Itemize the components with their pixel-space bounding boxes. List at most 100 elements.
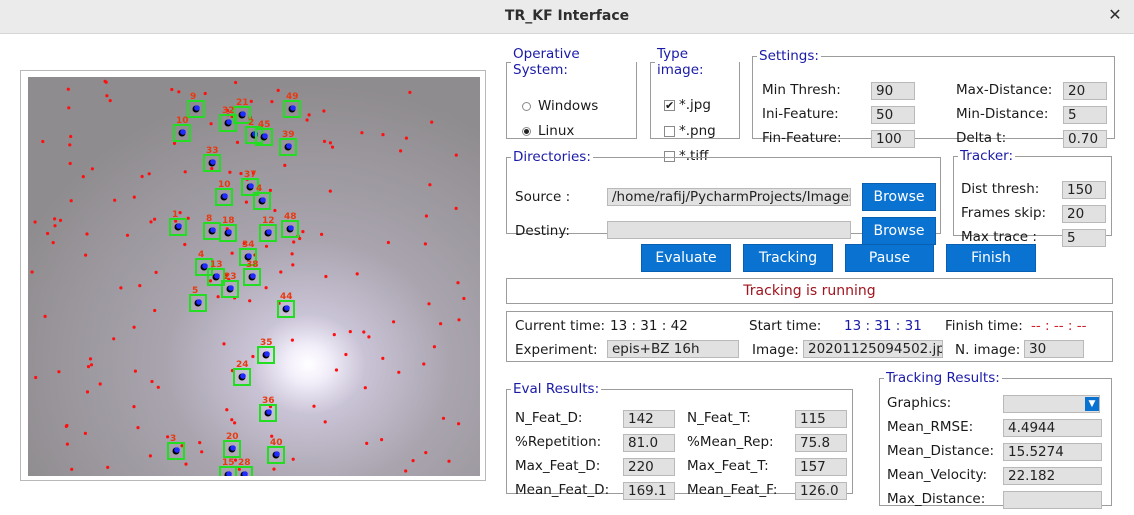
detection-dot <box>53 217 57 221</box>
min-distance-input[interactable]: 5 <box>1063 106 1107 124</box>
detection-dot <box>98 382 102 386</box>
detection-dot <box>184 462 188 466</box>
detection-dot <box>183 242 187 247</box>
n-image-field[interactable]: 30 <box>1024 340 1084 358</box>
track-id-label: 24 <box>236 360 249 370</box>
dist-thresh-input[interactable]: 150 <box>1062 181 1106 199</box>
windows-radio[interactable] <box>522 102 531 111</box>
linux-radio[interactable] <box>522 127 531 136</box>
prediction-dot <box>180 129 186 135</box>
jpg-checkbox[interactable]: ✔ <box>664 100 675 111</box>
source-browse-button[interactable]: Browse <box>862 183 936 211</box>
detection-dot <box>81 175 85 179</box>
png-label[interactable]: *.png <box>679 123 716 139</box>
fin-feature-label: Fin-Feature: <box>762 130 842 146</box>
mean-velocity-value[interactable]: 22.182 <box>1003 467 1102 485</box>
detection-dot <box>70 467 74 471</box>
detection-dot <box>140 174 144 179</box>
prediction-dot <box>240 373 246 379</box>
mean-rmse-value[interactable]: 4.4944 <box>1003 419 1102 437</box>
prediction-dot <box>230 445 236 451</box>
mean-feat-f-value[interactable]: 126.0 <box>795 482 847 500</box>
mean-rep-value[interactable]: 75.8 <box>795 434 847 452</box>
png-checkbox[interactable] <box>664 126 675 137</box>
finish-button[interactable]: Finish <box>946 244 1036 272</box>
detection-dot <box>154 270 158 274</box>
linux-label[interactable]: Linux <box>538 123 574 139</box>
max-feat-t-value[interactable]: 157 <box>795 458 847 476</box>
tracking-results-legend: Tracking Results: <box>886 370 1000 386</box>
detection-dot <box>273 208 277 213</box>
detection-dot <box>83 431 87 435</box>
detection-dot <box>86 365 91 369</box>
track-id-label: 35 <box>260 338 273 348</box>
graphics-dropdown-icon[interactable]: ▼ <box>1085 397 1099 411</box>
max-distance-result-value[interactable] <box>1003 491 1102 509</box>
delta-t-input[interactable]: 0.70 <box>1063 130 1107 148</box>
detection-dot <box>33 220 37 224</box>
mean-feat-d-value[interactable]: 169.1 <box>623 482 675 500</box>
detection-dot <box>348 330 352 334</box>
detection-dot <box>290 338 294 342</box>
min-thresh-input[interactable]: 90 <box>871 82 915 100</box>
detection-dot <box>251 354 255 359</box>
detection-dot <box>305 118 309 122</box>
image-field[interactable]: 20201125094502.jpg <box>803 340 943 358</box>
prediction-dot <box>196 299 202 305</box>
windows-label[interactable]: Windows <box>538 98 598 114</box>
detection-dot <box>186 216 190 220</box>
max-feat-d-value[interactable]: 220 <box>623 458 675 476</box>
repetition-value[interactable]: 81.0 <box>623 434 675 452</box>
track-id-label: 49 <box>286 92 299 102</box>
detection-dot <box>411 459 415 463</box>
dist-thresh-label: Dist thresh: <box>961 181 1040 197</box>
close-icon[interactable]: ✕ <box>1106 6 1124 24</box>
n-feat-d-value[interactable]: 142 <box>623 410 675 428</box>
max-distance-label: Max-Distance: <box>956 82 1053 98</box>
detection-dot <box>291 457 295 461</box>
detection-dot <box>276 88 280 92</box>
info-panel: Current time: 13 : 31 : 42 Start time: 1… <box>506 311 1113 362</box>
status-message: Tracking is running <box>506 278 1113 304</box>
pause-button[interactable]: Pause <box>845 244 934 272</box>
detection-dot <box>230 251 234 255</box>
track-id-label: 37 <box>244 170 257 180</box>
experiment-field[interactable]: epis+BZ 16h <box>607 340 739 358</box>
prediction-dot <box>240 111 246 117</box>
destiny-browse-button[interactable]: Browse <box>862 217 936 245</box>
fin-feature-input[interactable]: 100 <box>871 130 915 148</box>
track-id-label: 45 <box>258 120 271 130</box>
max-trace-input[interactable]: 5 <box>1062 229 1106 247</box>
start-time-label: Start time: <box>749 318 822 334</box>
detection-dot <box>153 217 157 221</box>
ini-feature-input[interactable]: 50 <box>871 106 915 124</box>
mean-distance-value[interactable]: 15.5274 <box>1003 443 1102 461</box>
max-distance-input[interactable]: 20 <box>1063 82 1107 100</box>
detection-dot <box>462 296 466 301</box>
prediction-dot <box>176 223 182 229</box>
detection-dot <box>203 91 207 96</box>
frames-skip-input[interactable]: 20 <box>1062 205 1106 223</box>
detection-dot <box>432 345 436 349</box>
prediction-dot <box>210 227 216 233</box>
destiny-path-input[interactable] <box>607 221 851 239</box>
detection-dot <box>170 87 174 92</box>
jpg-label[interactable]: *.jpg <box>679 97 711 113</box>
graphics-label: Graphics: <box>887 395 952 411</box>
detection-dot <box>113 198 117 202</box>
n-image-label: N. image: <box>955 342 1021 358</box>
detection-dot <box>237 467 241 471</box>
evaluate-button[interactable]: Evaluate <box>641 244 731 272</box>
source-path-input[interactable]: /home/rafij/PycharmProjects/Images_fo <box>607 188 851 206</box>
detection-dot <box>132 195 136 199</box>
detection-dot <box>177 90 181 94</box>
source-label: Source : <box>515 189 571 205</box>
track-id-label: 48 <box>284 212 297 222</box>
tracking-button[interactable]: Tracking <box>743 244 833 272</box>
n-feat-t-value[interactable]: 115 <box>795 410 847 428</box>
detection-dot <box>119 286 123 290</box>
detection-dot <box>58 218 63 222</box>
type-image-legend: Type image: <box>657 46 704 78</box>
mean-rmse-label: Mean_RMSE: <box>887 419 974 435</box>
detection-dot <box>230 418 234 422</box>
